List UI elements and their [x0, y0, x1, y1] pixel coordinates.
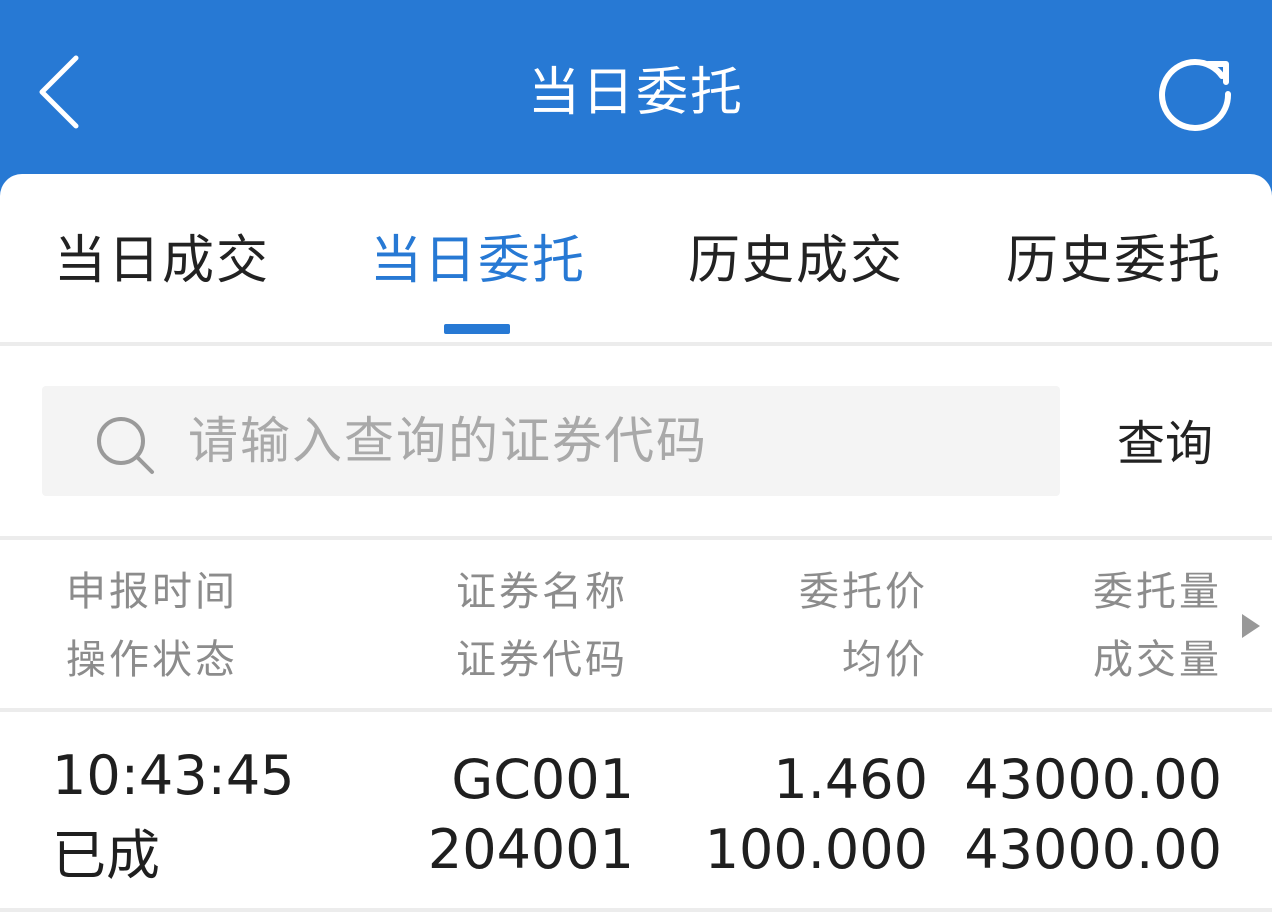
header-divider: [0, 708, 1272, 712]
tab-history-deals[interactable]: 历史成交: [688, 226, 904, 296]
top-bar: 当日委托: [0, 0, 1272, 190]
cell-security-code: 204001: [427, 818, 634, 881]
search-box[interactable]: [42, 386, 1060, 496]
tab-bar: 当日成交 当日委托 历史成交 历史委托: [0, 174, 1272, 342]
refresh-icon: [1159, 59, 1232, 131]
tab-history-orders[interactable]: 历史委托: [1006, 226, 1222, 296]
header-time: 申报时间: [66, 569, 238, 615]
header-status: 操作状态: [66, 637, 238, 683]
page-title: 当日委托: [527, 63, 744, 123]
app-window: 当日委托 当日成交 当日委托 历史成交 历史委托 查询: [0, 0, 1272, 912]
header-order-quantity: 委托量: [1093, 569, 1222, 615]
header-security-name: 证券名称: [456, 569, 628, 615]
cell-status: 已成: [52, 824, 160, 887]
tabs-divider: [0, 342, 1272, 346]
query-button[interactable]: 查询: [1100, 412, 1230, 476]
table-row[interactable]: 10:43:45 已成 GC001 204001 1.460 100.000 4…: [0, 714, 1272, 910]
header-security-code: 证券代码: [456, 637, 628, 683]
search-divider: [0, 536, 1272, 540]
cell-security-name: GC001: [451, 748, 634, 811]
cell-order-price: 1.460: [773, 748, 928, 811]
search-icon: [97, 417, 154, 474]
row-divider: [0, 908, 1272, 912]
triangle-right-icon[interactable]: [1240, 612, 1262, 640]
tab-today-orders[interactable]: 当日委托: [370, 226, 586, 296]
refresh-button[interactable]: [1150, 50, 1240, 140]
cell-time: 10:43:45: [52, 744, 295, 807]
header-deal-quantity: 成交量: [1093, 637, 1222, 683]
cell-deal-quantity: 43000.00: [964, 818, 1222, 881]
active-tab-indicator: [444, 324, 510, 334]
cell-average-price: 100.000: [704, 818, 928, 881]
header-order-price: 委托价: [799, 569, 928, 615]
tab-today-deals[interactable]: 当日成交: [54, 226, 270, 296]
search-input[interactable]: [188, 386, 1038, 496]
header-average-price: 均价: [842, 637, 928, 683]
cell-order-quantity: 43000.00: [964, 748, 1222, 811]
content-sheet: 当日成交 当日委托 历史成交 历史委托 查询 申报时间 操作状态 证券名称 证券…: [0, 174, 1272, 912]
